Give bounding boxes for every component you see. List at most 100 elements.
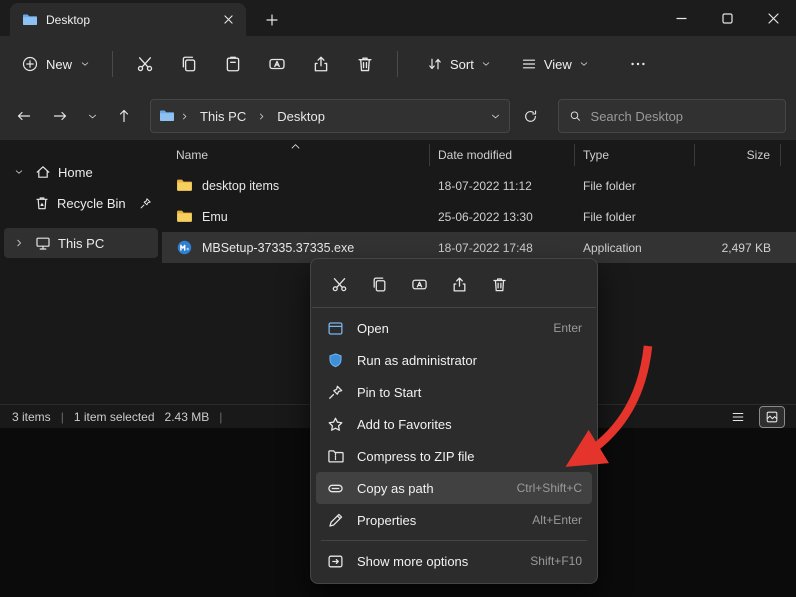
breadcrumb-desktop[interactable]: Desktop [271, 106, 331, 127]
close-button[interactable] [750, 0, 796, 36]
cut-button[interactable] [123, 44, 167, 84]
paste-button[interactable] [211, 44, 255, 84]
search-icon [569, 109, 582, 123]
navigation-pane: Home Recycle Bin [0, 140, 162, 404]
expander[interactable] [10, 238, 28, 248]
back-button[interactable] [8, 100, 40, 132]
new-button[interactable]: New [10, 47, 102, 81]
arrow-left-icon [16, 108, 32, 124]
context-menu-item-copy-as-path[interactable]: Copy as path Ctrl+Shift+C [316, 472, 592, 504]
sidebar-item-this-pc[interactable]: This PC [4, 228, 158, 258]
delete-button[interactable] [343, 44, 387, 84]
sort-dropdown[interactable]: Sort [416, 47, 502, 81]
search-input[interactable] [591, 109, 775, 124]
star-icon [326, 416, 344, 433]
recent-locations-button[interactable] [80, 100, 104, 132]
open-icon [326, 320, 344, 337]
forward-button[interactable] [44, 100, 76, 132]
command-toolbar: New [0, 36, 796, 92]
address-bar[interactable]: This PC Desktop [150, 99, 510, 133]
column-header-type[interactable]: Type [575, 144, 695, 166]
chevron-right-icon [257, 112, 266, 121]
context-menu: Open Enter Run as administrator Pin to S… [310, 258, 598, 584]
chevron-down-icon [80, 59, 90, 69]
chevron-down-icon[interactable] [490, 111, 501, 122]
copy-icon [371, 276, 388, 293]
maximize-button[interactable] [704, 0, 750, 36]
file-size: 2,497 KB [695, 232, 781, 263]
trash-icon [491, 276, 508, 293]
menu-item-shortcut: Alt+Enter [532, 513, 582, 527]
shield-icon [326, 352, 344, 369]
context-menu-item-compress-to-zip[interactable]: Compress to ZIP file [316, 440, 592, 472]
chevron-down-icon [579, 59, 589, 69]
maximize-icon [722, 13, 733, 24]
more-options-button[interactable] [618, 44, 658, 84]
plus-icon [266, 14, 278, 26]
application-icon [176, 239, 193, 256]
refresh-icon [523, 109, 538, 124]
view-dropdown[interactable]: View [510, 47, 600, 81]
minimize-button[interactable] [658, 0, 704, 36]
close-icon [224, 15, 233, 24]
context-menu-item-open[interactable]: Open Enter [316, 312, 592, 344]
up-button[interactable] [108, 100, 140, 132]
pin-icon [326, 384, 344, 401]
context-menu-item-show-more-options[interactable]: Show more options Shift+F10 [316, 545, 592, 577]
menu-item-shortcut: Shift+F10 [530, 554, 582, 568]
large-icons-view-button[interactable] [760, 407, 784, 427]
sidebar-item-label: Recycle Bin [57, 196, 132, 211]
large-icons-view-icon [765, 410, 779, 424]
menu-item-label: Show more options [357, 554, 517, 569]
menu-separator [321, 540, 587, 541]
arrow-up-icon [116, 108, 132, 124]
context-menu-item-pin-to-start[interactable]: Pin to Start [316, 376, 592, 408]
context-menu-item-properties[interactable]: Properties Alt+Enter [316, 504, 592, 536]
chevron-down-icon [481, 59, 491, 69]
toolbar-separator [112, 51, 113, 77]
toolbar-separator [397, 51, 398, 77]
view-icon [521, 56, 537, 72]
sidebar-item-recycle-bin[interactable]: Recycle Bin [4, 188, 158, 218]
navigation-bar: This PC Desktop [0, 92, 796, 140]
rename-button[interactable] [255, 44, 299, 84]
selection-size: 2.43 MB [165, 410, 210, 424]
share-icon [312, 55, 330, 73]
file-date: 18-07-2022 11:12 [430, 170, 575, 201]
menu-item-label: Add to Favorites [357, 417, 569, 432]
tab-title: Desktop [46, 13, 208, 27]
copy-button[interactable] [167, 44, 211, 84]
desktop-background: Desktop [0, 0, 796, 597]
share-button[interactable] [299, 44, 343, 84]
column-header-size[interactable]: Size [695, 144, 781, 166]
cut-button[interactable] [323, 268, 356, 300]
folder-icon [176, 177, 193, 194]
trash-icon [356, 55, 374, 73]
details-view-button[interactable] [726, 407, 750, 427]
file-row[interactable]: Emu 25-06-2022 13:30 File folder [162, 201, 796, 232]
breadcrumb-this-pc[interactable]: This PC [194, 106, 252, 127]
rename-button[interactable] [403, 268, 436, 300]
view-label: View [544, 57, 572, 72]
sidebar-gap [0, 219, 162, 227]
home-icon [35, 164, 51, 180]
minimize-icon [676, 13, 687, 24]
refresh-button[interactable] [514, 100, 546, 132]
new-tab-button[interactable] [260, 8, 284, 32]
arrow-right-icon [52, 108, 68, 124]
menu-item-label: Run as administrator [357, 353, 569, 368]
expander[interactable] [10, 167, 28, 177]
sidebar-item-home[interactable]: Home [4, 157, 158, 187]
context-menu-item-run-as-administrator[interactable]: Run as administrator [316, 344, 592, 376]
copy-button[interactable] [363, 268, 396, 300]
delete-button[interactable] [483, 268, 516, 300]
share-button[interactable] [443, 268, 476, 300]
search-box[interactable] [558, 99, 786, 133]
tab-close-button[interactable] [216, 8, 240, 32]
context-menu-item-add-to-favorites[interactable]: Add to Favorites [316, 408, 592, 440]
file-row[interactable]: desktop items 18-07-2022 11:12 File fold… [162, 170, 796, 201]
menu-item-label: Properties [357, 513, 519, 528]
window-controls [658, 0, 796, 36]
explorer-tab[interactable]: Desktop [10, 3, 246, 36]
column-header-date-modified[interactable]: Date modified [430, 144, 575, 166]
